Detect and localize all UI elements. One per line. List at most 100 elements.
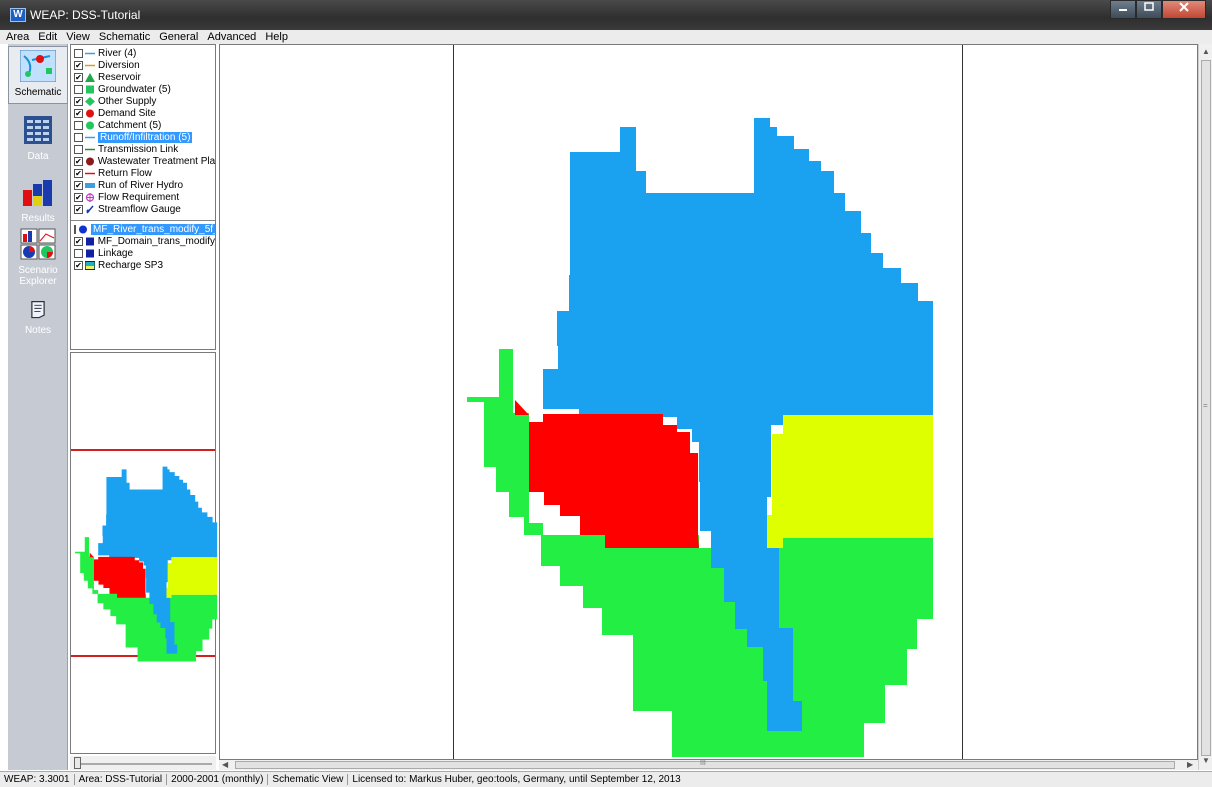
visibility-checkbox[interactable] <box>74 224 76 234</box>
demand-site-circle-icon <box>85 109 95 118</box>
visibility-checkbox[interactable]: ✔ <box>74 72 83 82</box>
visibility-checkbox[interactable]: ✔ <box>74 108 83 118</box>
legend-item-label: MF_Domain_trans_modify_5f_ <box>97 235 215 247</box>
visibility-checkbox[interactable]: ✔ <box>74 192 83 202</box>
legend-item[interactable]: ✔ Other Supply <box>71 95 215 107</box>
overview-extent-top-line <box>71 449 215 451</box>
zoom-slider[interactable] <box>70 756 216 770</box>
scenario-explorer-button[interactable]: Scenario Explorer <box>8 228 68 290</box>
vertical-scrollbar[interactable]: ▲ = ▼ <box>1198 44 1212 770</box>
visibility-checkbox[interactable] <box>74 48 83 58</box>
scenario-label-line2: Explorer <box>19 276 57 287</box>
visibility-checkbox[interactable] <box>74 144 83 154</box>
legend-item[interactable]: ✔ Streamflow Gauge <box>71 203 215 215</box>
visibility-checkbox[interactable] <box>74 120 83 130</box>
layer-item[interactable]: MF_River_trans_modify_5f_dr <box>71 223 215 235</box>
notes-view-button[interactable]: Notes <box>8 298 68 342</box>
notes-icon <box>31 301 45 319</box>
legend-item[interactable]: ✔ Flow Requirement <box>71 191 215 203</box>
legend-item[interactable]: ✔ Return Flow <box>71 167 215 179</box>
legend-item-label: MF_River_trans_modify_5f_dr <box>91 223 215 235</box>
legend-item[interactable]: ✔ Run of River Hydro <box>71 179 215 191</box>
overview-map <box>75 464 218 662</box>
schematic-icon <box>19 49 57 83</box>
layer-raster-icon <box>85 260 95 270</box>
transmission-line-icon <box>85 145 95 154</box>
overview-map-panel[interactable] <box>70 352 218 754</box>
results-bar-chart-icon <box>23 180 52 206</box>
visibility-checkbox[interactable]: ✔ <box>74 180 83 190</box>
legend-item[interactable]: ✔ Diversion <box>71 59 215 71</box>
menu-help[interactable]: Help <box>265 31 288 43</box>
legend-item[interactable]: ✔ Demand Site <box>71 107 215 119</box>
wastewater-circle-icon <box>85 157 95 166</box>
scroll-down-icon[interactable]: ▼ <box>1202 756 1210 765</box>
legend-item[interactable]: Runoff/Infiltration (5) <box>71 131 215 143</box>
visibility-checkbox[interactable] <box>74 84 83 94</box>
menu-schematic[interactable]: Schematic <box>99 31 150 43</box>
scroll-left-icon[interactable]: ◀ <box>222 760 228 769</box>
visibility-checkbox[interactable]: ✔ <box>74 168 83 178</box>
horizontal-scrollbar[interactable]: ◀ III ▶ <box>219 760 1198 770</box>
visibility-checkbox[interactable]: ✔ <box>74 236 83 246</box>
zoom-slider-thumb[interactable] <box>74 757 81 769</box>
legend-item[interactable]: Transmission Link <box>71 143 215 155</box>
legend-item[interactable]: River (4) <box>71 47 215 59</box>
hscroll-grip: III <box>700 760 706 767</box>
legend-item-label: Transmission Link <box>98 143 179 155</box>
vertical-scroll-thumb[interactable]: = <box>1201 60 1211 756</box>
diversion-line-icon <box>85 61 95 70</box>
visibility-checkbox[interactable] <box>74 132 83 142</box>
close-icon <box>1179 2 1189 12</box>
minimize-button[interactable] <box>1110 0 1136 19</box>
legend-item-label: Recharge SP3 <box>98 259 164 271</box>
menu-edit[interactable]: Edit <box>38 31 57 43</box>
maximize-button[interactable] <box>1136 0 1162 19</box>
status-area: Area: DSS-Tutorial <box>75 774 168 785</box>
legend-item[interactable]: Groundwater (5) <box>71 83 215 95</box>
schematic-view-button[interactable]: Schematic <box>8 46 68 104</box>
scroll-up-icon[interactable]: ▲ <box>1202 47 1210 56</box>
status-view: Schematic View <box>268 774 349 785</box>
horizontal-scroll-thumb[interactable]: III <box>235 760 1175 769</box>
return-flow-line-icon <box>85 169 95 178</box>
menu-area[interactable]: Area <box>6 31 29 43</box>
hydro-icon <box>85 181 95 190</box>
view-dock: Schematic Data Results Scenario Explorer… <box>8 44 68 770</box>
zone-yellow <box>166 557 218 598</box>
groundwater-square-icon <box>85 85 95 94</box>
visibility-checkbox[interactable]: ✔ <box>74 204 83 214</box>
layer-item[interactable]: ✔ MF_Domain_trans_modify_5f_ <box>71 235 215 247</box>
results-view-button[interactable]: Results <box>8 176 68 226</box>
menu-advanced[interactable]: Advanced <box>207 31 256 43</box>
visibility-checkbox[interactable]: ✔ <box>74 60 83 70</box>
legend-item-label: Runoff/Infiltration (5) <box>98 131 193 143</box>
scroll-right-icon[interactable]: ▶ <box>1187 760 1193 769</box>
vscroll-grip: = <box>1203 401 1208 410</box>
legend-item-label: Flow Requirement <box>98 191 180 203</box>
visibility-checkbox[interactable]: ✔ <box>74 156 83 166</box>
legend-item-label: Catchment (5) <box>98 119 162 131</box>
maximize-icon <box>1144 2 1154 11</box>
layer-item[interactable]: ✔ Recharge SP3 <box>71 259 215 271</box>
legend-item[interactable]: Catchment (5) <box>71 119 215 131</box>
visibility-checkbox[interactable] <box>74 248 83 258</box>
map-boundary-left <box>453 45 454 759</box>
reservoir-triangle-icon <box>85 72 95 82</box>
legend-item[interactable]: ✔ Reservoir <box>71 71 215 83</box>
visibility-checkbox[interactable]: ✔ <box>74 96 83 106</box>
layer-item[interactable]: Linkage <box>71 247 215 259</box>
legend-item-label: Linkage <box>98 247 134 259</box>
visibility-checkbox[interactable]: ✔ <box>74 260 83 270</box>
status-version: WEAP: 3.3001 <box>0 774 75 785</box>
legend-item-label: River (4) <box>98 47 137 59</box>
status-license: Licensed to: Markus Huber, geo:tools, Ge… <box>352 774 681 785</box>
data-view-button[interactable]: Data <box>8 114 68 164</box>
zone-yellow <box>767 415 933 548</box>
close-button[interactable] <box>1162 0 1206 19</box>
status-period: 2000-2001 (monthly) <box>167 774 269 785</box>
menu-general[interactable]: General <box>159 31 198 43</box>
menu-view[interactable]: View <box>66 31 90 43</box>
legend-item[interactable]: ✔ Wastewater Treatment Plant <box>71 155 215 167</box>
schematic-map-canvas[interactable] <box>219 44 1198 760</box>
